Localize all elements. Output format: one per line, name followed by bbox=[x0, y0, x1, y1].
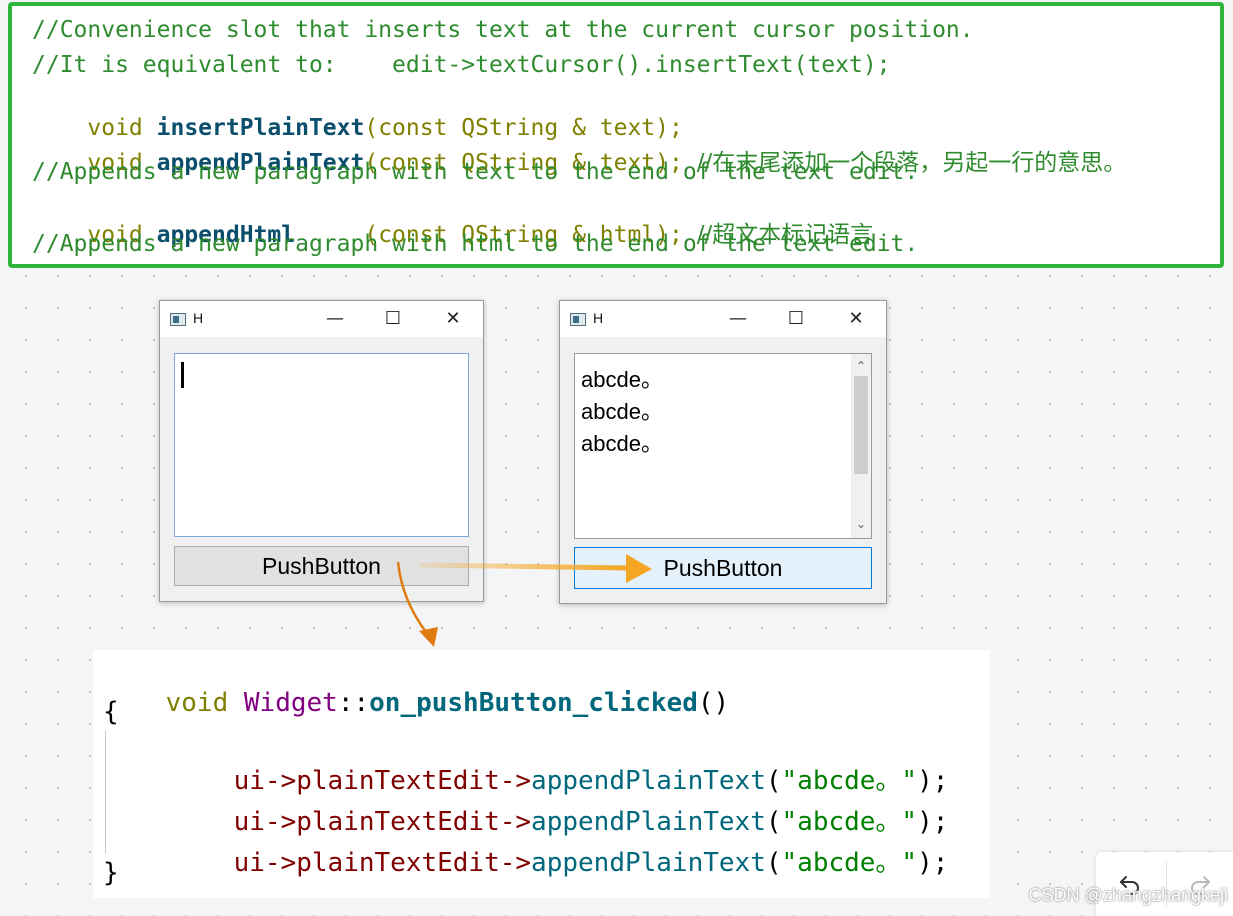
scope-operator: :: bbox=[337, 688, 370, 718]
string-literal: "abcde。" bbox=[781, 848, 918, 878]
open-brace: { bbox=[103, 697, 119, 727]
class-name: Widget bbox=[243, 688, 338, 718]
params: () bbox=[697, 688, 730, 718]
code-call-line: ui->plainTextEdit->appendPlainText("abcd… bbox=[171, 815, 949, 911]
paren: ( bbox=[765, 848, 782, 878]
method-name: appendPlainText bbox=[531, 848, 766, 878]
slot-code-snippet: void Widget::on_pushButton_clicked() { u… bbox=[93, 650, 990, 898]
flow-arrow-down bbox=[396, 561, 438, 647]
undo-redo-toolbar bbox=[1096, 852, 1233, 916]
function-name: on_pushButton_clicked bbox=[369, 688, 698, 718]
flow-arrow-right bbox=[419, 554, 652, 583]
paren: ); bbox=[917, 848, 949, 878]
close-brace: } bbox=[103, 858, 119, 888]
watermark: CSDN @zhangzhangkeji bbox=[1028, 885, 1228, 905]
indent-guide bbox=[105, 730, 106, 854]
keyword: void bbox=[165, 688, 244, 718]
object-pointer: ui->plainTextEdit-> bbox=[233, 848, 532, 878]
